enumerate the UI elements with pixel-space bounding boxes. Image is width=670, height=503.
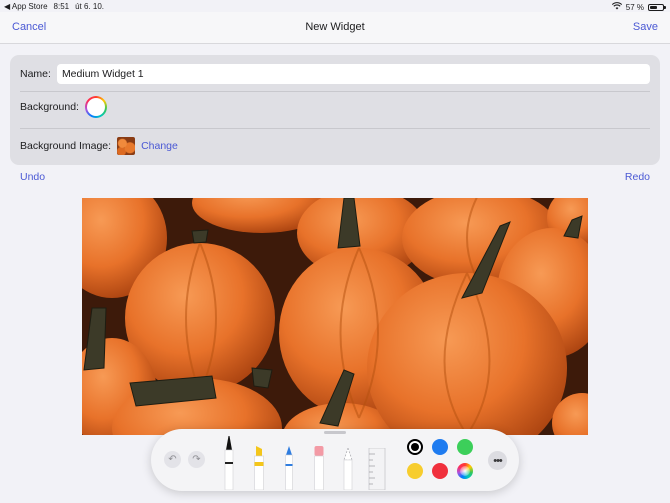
background-row: Background:	[20, 95, 650, 119]
wifi-icon	[611, 2, 622, 12]
battery-percent: 57 %	[625, 2, 644, 12]
name-input[interactable]	[56, 64, 650, 84]
color-swatch-black-selected[interactable]	[407, 439, 423, 455]
color-wheel-center	[460, 466, 470, 476]
change-image-button[interactable]: Change	[141, 140, 178, 152]
selected-color-dot	[411, 443, 419, 451]
toolbar-undo-icon[interactable]: ↶	[164, 451, 181, 468]
battery-icon	[648, 3, 666, 11]
lasso-icon[interactable]	[342, 446, 354, 495]
background-color-well[interactable]	[84, 96, 107, 118]
pencil-icon[interactable]	[283, 446, 295, 495]
status-bar: ◀ App Store 8:51 út 6. 10. 57 %	[0, 0, 670, 12]
battery-fill	[650, 5, 657, 9]
ruler-icon[interactable]	[368, 447, 386, 495]
marker-icon[interactable]	[253, 446, 265, 495]
drawing-canvas-photo[interactable]	[82, 198, 588, 435]
pumpkins-image	[82, 198, 588, 435]
pen-icon[interactable]	[223, 436, 235, 495]
redo-button[interactable]: Redo	[625, 171, 650, 183]
color-swatch-yellow[interactable]	[407, 463, 423, 479]
color-swatch-green[interactable]	[457, 439, 473, 455]
color-swatch-blue[interactable]	[432, 439, 448, 455]
divider	[20, 128, 650, 129]
toolbar-grabber-handle[interactable]	[324, 431, 346, 434]
widget-settings-form: Name: Background: Background Image: Chan…	[10, 55, 660, 165]
divider	[20, 91, 650, 92]
more-options-icon[interactable]: •••	[488, 451, 507, 470]
background-label: Background:	[20, 101, 79, 113]
name-row: Name:	[20, 63, 650, 85]
status-date: út 6. 10.	[75, 2, 105, 11]
toolbar-redo-icon[interactable]: ↷	[188, 451, 205, 468]
save-button[interactable]: Save	[633, 21, 658, 33]
name-label: Name:	[20, 68, 51, 80]
nav-bar: Cancel New Widget Save	[0, 12, 670, 44]
back-to-app-link[interactable]: ◀ App Store	[4, 2, 48, 11]
undo-button[interactable]: Undo	[20, 171, 45, 183]
page-title: New Widget	[305, 21, 365, 33]
background-image-row: Background Image: Change	[20, 135, 650, 157]
color-swatch-red[interactable]	[432, 463, 448, 479]
status-time: 8:51	[53, 2, 70, 11]
background-image-label: Background Image:	[20, 140, 112, 152]
background-image-thumbnail[interactable]	[117, 137, 136, 155]
color-picker-wheel-icon[interactable]	[457, 463, 473, 479]
eraser-icon[interactable]	[313, 446, 325, 495]
